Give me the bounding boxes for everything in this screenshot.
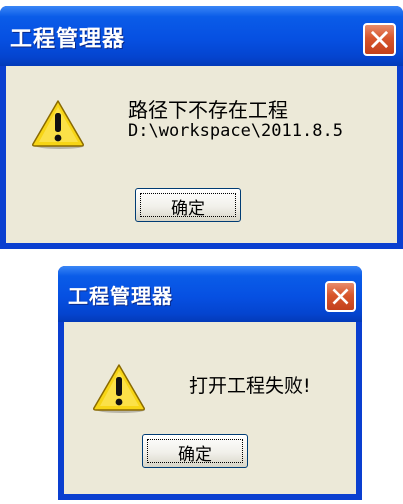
ok-button-label: 确定	[178, 445, 212, 465]
dialog-title: 工程管理器	[68, 284, 173, 308]
close-button[interactable]	[363, 23, 396, 56]
ok-button[interactable]: 确定	[135, 188, 241, 222]
dialog-body: 打开工程失败! 确定	[64, 322, 356, 494]
message-text: 打开工程失败!	[189, 375, 311, 397]
ok-button-label: 确定	[171, 199, 205, 219]
warning-icon	[93, 364, 145, 413]
close-icon	[332, 288, 349, 305]
dialog-title: 工程管理器	[10, 27, 126, 52]
open-failed-dialog: 工程管理器 打开工程失败! 确定	[58, 266, 362, 500]
close-icon	[370, 30, 389, 49]
path-not-found-dialog: 工程管理器 路径下不存在工程 D:\workspace\2011.8.5 确定	[0, 6, 403, 249]
title-bar[interactable]: 工程管理器	[58, 266, 362, 322]
message-text: 路径下不存在工程	[128, 98, 288, 122]
dialog-body: 路径下不存在工程 D:\workspace\2011.8.5 确定	[6, 66, 397, 243]
title-bar[interactable]: 工程管理器	[0, 6, 403, 66]
message-path: D:\workspace\2011.8.5	[128, 121, 343, 141]
close-button[interactable]	[325, 281, 356, 312]
ok-button[interactable]: 确定	[142, 434, 248, 468]
warning-icon	[32, 100, 84, 149]
